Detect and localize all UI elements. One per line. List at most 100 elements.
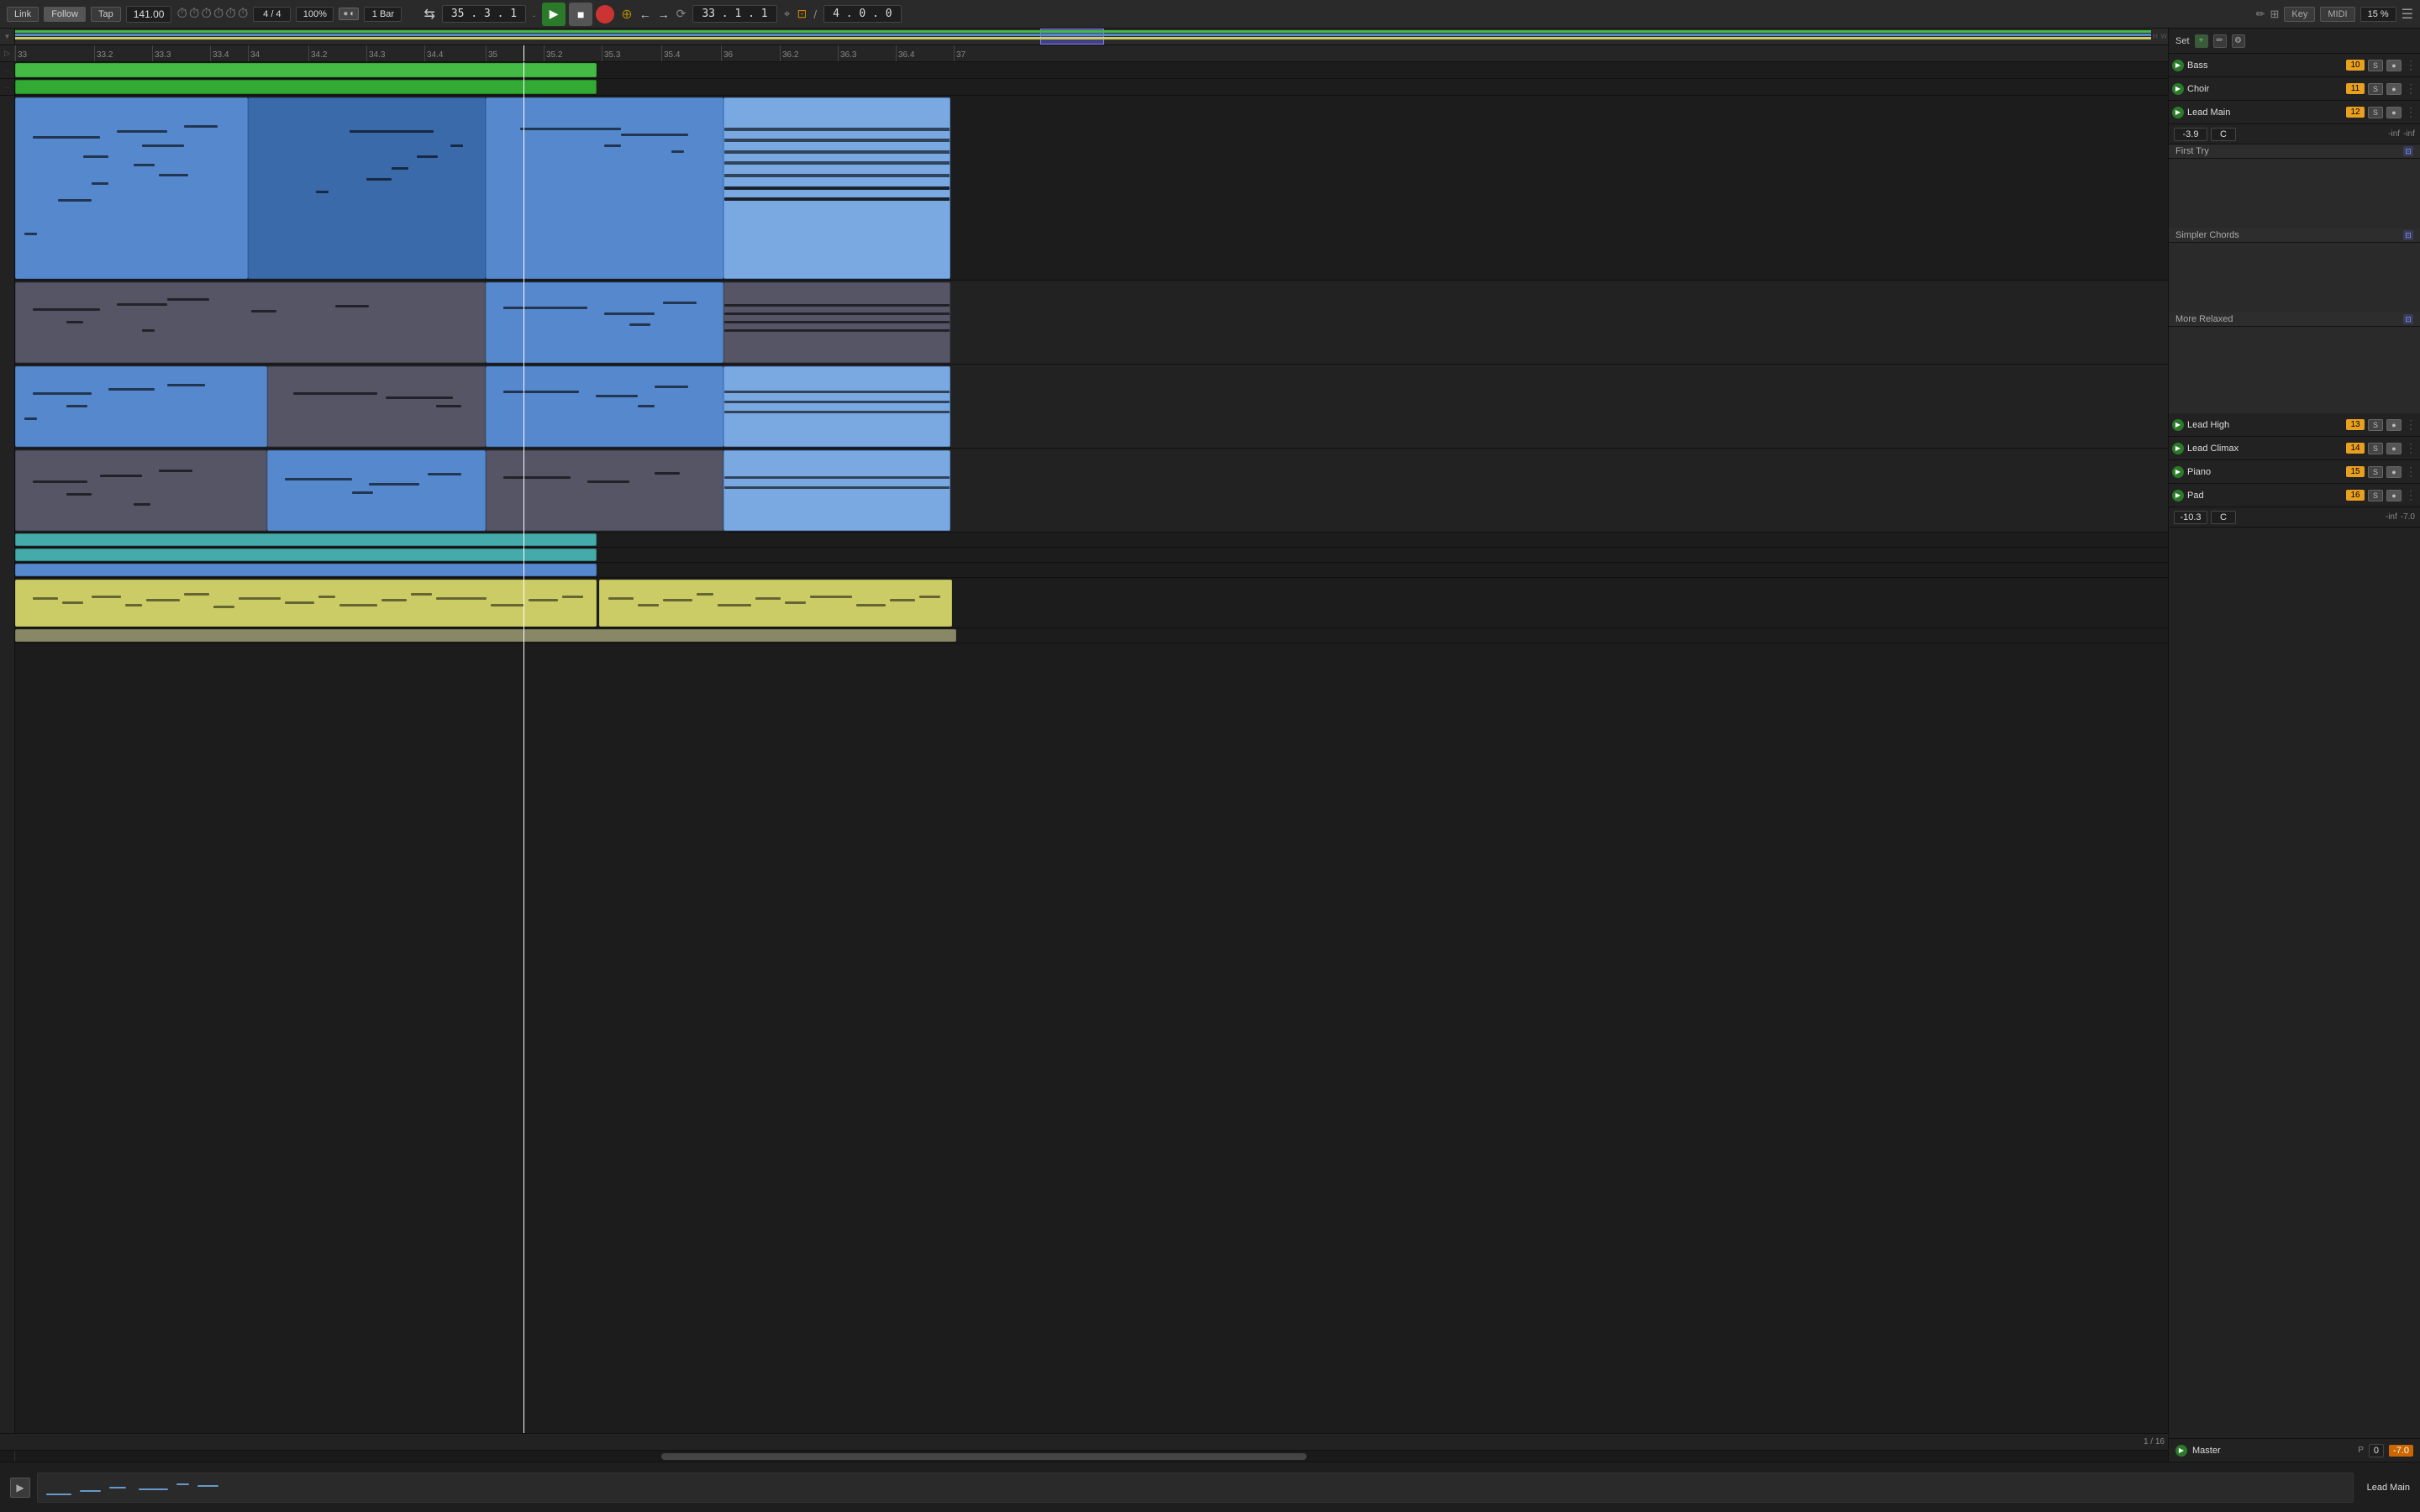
midi-button[interactable]: MIDI [2320, 7, 2354, 22]
clip-pad-2[interactable] [599, 580, 952, 627]
clip-simpler-4[interactable] [723, 366, 950, 447]
pad-solo-button[interactable]: S [2368, 490, 2383, 501]
pad-vol-pan: -10.3 C -inf -7.0 [2169, 507, 2420, 528]
tap-button[interactable]: Tap [91, 7, 121, 22]
clip-bass[interactable] [15, 80, 597, 94]
clip-lead-high[interactable] [15, 533, 597, 546]
master-row: ▶ Master P 0 -7.0 [2169, 1438, 2420, 1462]
clip-waveform[interactable] [15, 629, 956, 642]
quantize-display[interactable]: 1 Bar [364, 7, 402, 22]
position-display-main[interactable]: 35 . 3 . 1 [442, 5, 526, 23]
position-display-2[interactable]: 33 . 1 . 1 [692, 5, 776, 23]
clip-lead-main-3[interactable] [486, 97, 723, 279]
lead-high-options[interactable]: ⋮ [2405, 417, 2417, 432]
choir-play-button[interactable]: ▶ [2172, 83, 2184, 95]
bass-solo-button[interactable]: S [2368, 60, 2383, 71]
lead-high-play-button[interactable]: ▶ [2172, 419, 2184, 431]
track-header-choir: ▶ Choir 11 S ● ⋮ [2169, 77, 2420, 101]
clip-pad-1[interactable] [15, 580, 597, 627]
key-button[interactable]: Key [2284, 7, 2315, 22]
lead-high-arm-button[interactable]: ● [2386, 419, 2402, 431]
bottom-play-button[interactable]: ▶ [10, 1478, 30, 1498]
pad-options[interactable]: ⋮ [2405, 488, 2417, 502]
clip-lead-main-1[interactable] [15, 97, 248, 279]
scrollbar-thumb[interactable] [661, 1453, 1307, 1460]
pad-volume[interactable]: -10.3 [2174, 511, 2207, 524]
overview-bar[interactable]: ▼ H W [0, 29, 2168, 45]
clip-relaxed-1[interactable] [15, 450, 267, 531]
track-header-lead-main: ▶ Lead Main 12 S ● ⋮ [2169, 101, 2420, 124]
session-settings-button[interactable]: ⚙ [2232, 34, 2245, 48]
lead-main-volume[interactable]: -3.9 [2174, 128, 2207, 141]
clip-simpler-1[interactable] [15, 366, 267, 447]
first-try-fold-button[interactable]: ⊡ [2403, 146, 2413, 156]
clip-piano[interactable] [15, 564, 597, 576]
ruler-mark: 36.3 [838, 45, 856, 61]
bottom-piano-roll-preview[interactable] [37, 1473, 2354, 1503]
lead-main-pan[interactable]: C [2211, 128, 2236, 141]
clip-first-try-1[interactable] [15, 282, 486, 363]
position-display-3[interactable]: 4 . 0 . 0 [823, 5, 901, 23]
piano-arm-button[interactable]: ● [2386, 466, 2402, 478]
piano-play-button[interactable]: ▶ [2172, 466, 2184, 478]
lead-climax-options[interactable]: ⋮ [2405, 441, 2417, 455]
clip-simpler-3[interactable] [486, 366, 723, 447]
clip-simpler-2[interactable] [267, 366, 486, 447]
choir-arm-button[interactable]: ● [2386, 83, 2402, 95]
lead-climax-arm-button[interactable]: ● [2386, 443, 2402, 454]
clip-lead-climax[interactable] [15, 549, 597, 561]
clip-relaxed-2[interactable] [267, 450, 486, 531]
lead-main-options[interactable]: ⋮ [2405, 105, 2417, 119]
lead-main-play-button[interactable]: ▶ [2172, 107, 2184, 118]
piano-solo-button[interactable]: S [2368, 466, 2383, 478]
lead-climax-play-button[interactable]: ▶ [2172, 443, 2184, 454]
clips-area[interactable] [15, 62, 2168, 1433]
record-button[interactable] [596, 5, 614, 24]
piano-options[interactable]: ⋮ [2405, 465, 2417, 479]
lead-main-arm-button[interactable]: ● [2386, 107, 2402, 118]
stop-button[interactable]: ■ [569, 3, 592, 26]
session-add-button[interactable]: + [2195, 34, 2208, 48]
link-button[interactable]: Link [7, 7, 39, 22]
zoom-display[interactable]: 100% [296, 7, 334, 22]
session-edit-button[interactable]: ✏ [2213, 34, 2227, 48]
zoom-pct-display[interactable]: 15 % [2360, 7, 2396, 22]
simpler-chords-fold-button[interactable]: ⊡ [2403, 230, 2413, 240]
track-labels: … … [0, 62, 15, 1433]
clip-relaxed-4[interactable] [723, 450, 950, 531]
pad-meter-r: -7.0 [2401, 512, 2415, 522]
pad-arm-button[interactable]: ● [2386, 490, 2402, 501]
clip-first-try-2[interactable] [486, 282, 723, 363]
bass-play-button[interactable]: ▶ [2172, 60, 2184, 71]
pad-pan[interactable]: C [2211, 511, 2236, 524]
master-play-button[interactable]: ▶ [2175, 1445, 2187, 1457]
master-val-display[interactable]: -7.0 [2389, 1445, 2413, 1457]
bass-arm-button[interactable]: ● [2386, 60, 2402, 71]
simpler-chords-label: Simpler Chords [2175, 230, 2239, 240]
time-sig-display[interactable]: 4 / 4 [253, 7, 291, 22]
menu-icon[interactable]: ☰ [2402, 6, 2413, 23]
pad-play-button[interactable]: ▶ [2172, 490, 2184, 501]
more-relaxed-fold-button[interactable]: ⊡ [2403, 314, 2413, 324]
follow-button[interactable]: Follow [44, 7, 86, 22]
toolbar-center: ⇆ 35 . 3 . 1 . ▶ ■ ⊕ ← → ⟳ 33 . 1 . 1 ⌖ … [424, 3, 901, 26]
bar-ruler[interactable]: ▷ 33 33.2 33.3 33.4 34 34.2 34.3 34.4 35… [0, 45, 2168, 62]
ruler-mark: 33 [15, 45, 27, 61]
clip-relaxed-3[interactable] [486, 450, 723, 531]
ruler-mark: 35 [486, 45, 497, 61]
lead-main-label: Lead Main [2187, 108, 2343, 118]
clip-first-try-3[interactable] [723, 282, 950, 363]
choir-options[interactable]: ⋮ [2405, 81, 2417, 96]
clip-lead-main-4[interactable] [723, 97, 950, 279]
tempo-display[interactable]: 141.00 [126, 6, 172, 23]
horizontal-scrollbar[interactable] [0, 1450, 2168, 1462]
lead-high-solo-button[interactable]: S [2368, 419, 2383, 431]
lead-climax-solo-button[interactable]: S [2368, 443, 2383, 454]
choir-solo-button[interactable]: S [2368, 83, 2383, 95]
clip-green-top[interactable] [15, 63, 597, 77]
lead-main-solo-button[interactable]: S [2368, 107, 2383, 118]
clip-lead-main-2[interactable] [248, 97, 486, 279]
play-button[interactable]: ▶ [542, 3, 566, 26]
bass-options[interactable]: ⋮ [2405, 58, 2417, 72]
master-vol-display[interactable]: 0 [2369, 1444, 2384, 1457]
